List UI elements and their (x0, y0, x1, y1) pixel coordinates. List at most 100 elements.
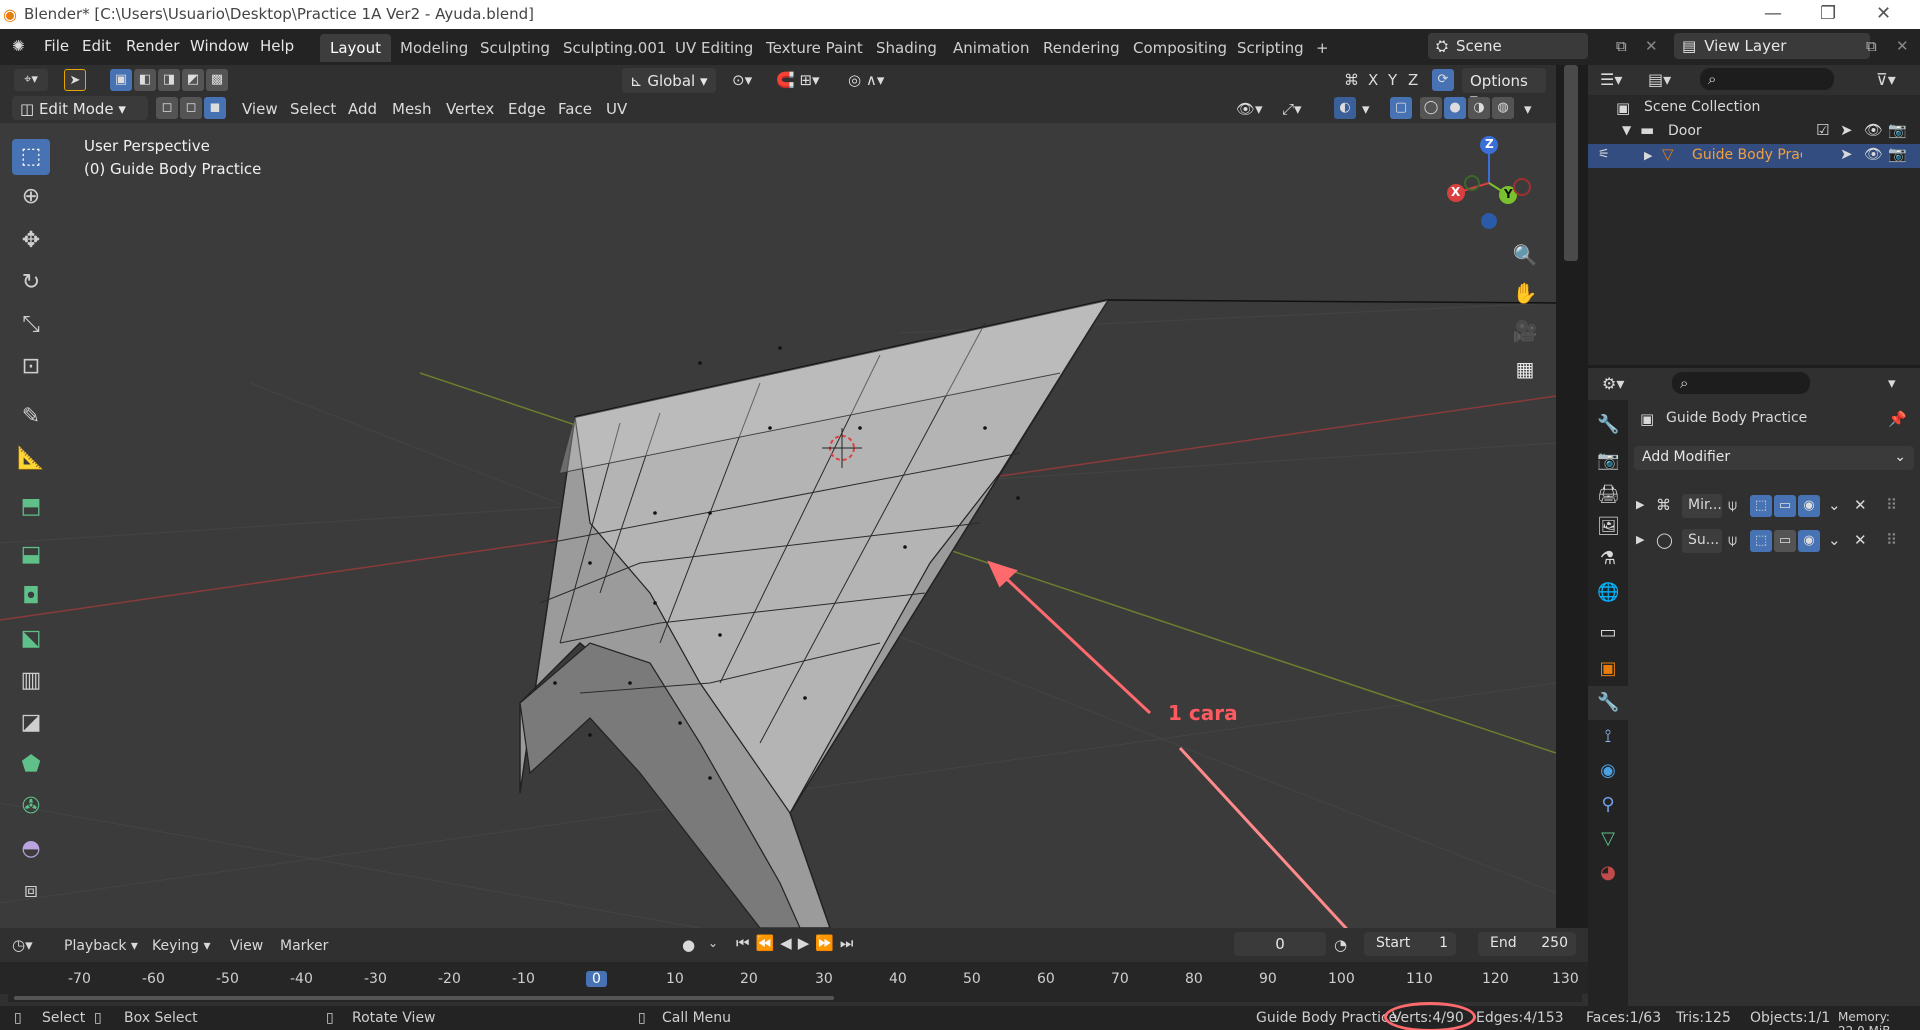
ortho-grid-icon[interactable]: ▦ (1510, 357, 1540, 387)
render-camera-icon[interactable]: 📷 (1888, 121, 1907, 139)
menu-edge[interactable]: Edge (502, 97, 552, 121)
annotate-tool-icon[interactable]: ✎ (12, 399, 50, 435)
knife-tool-icon[interactable]: ◪ (12, 705, 50, 741)
properties-editor-icon[interactable]: ⚙▾ (1602, 374, 1624, 393)
face-select-icon[interactable]: ◼ (204, 97, 226, 119)
world-tab-icon[interactable]: 🌐 (1597, 582, 1619, 603)
preview-range-icon[interactable]: ◔ (1334, 936, 1347, 954)
remove-modifier-icon[interactable]: ✕ (1854, 531, 1867, 549)
transform-orientation-dropdown[interactable]: ⊾ Global ▾ (622, 68, 716, 93)
viewport-canvas[interactable] (0, 123, 1556, 928)
poly-build-tool-icon[interactable]: ⬟ (12, 747, 50, 783)
cursor-tool-icon[interactable]: ⊕ (12, 179, 50, 215)
selectable-arrow-icon[interactable]: ➤ (1840, 121, 1853, 139)
start-frame-field[interactable]: Start 1 (1364, 932, 1456, 956)
drag-handle-icon[interactable]: ⠿ (1886, 496, 1897, 514)
overlays-dropdown[interactable]: ▾ (1356, 97, 1376, 121)
outliner-search-input[interactable]: ⌕ (1700, 68, 1834, 90)
zoom-icon[interactable]: 🔍 (1510, 243, 1540, 273)
axis-y-toggle[interactable]: Y (1382, 68, 1403, 92)
select-extend-icon[interactable]: ◧ (134, 69, 156, 91)
timeline-editor-icon[interactable]: ◷▾ (12, 936, 33, 954)
gizmo-icon[interactable]: ⤢▾ (1276, 97, 1308, 121)
auto-merge-icon[interactable]: ⟳ (1432, 69, 1454, 91)
outliner-scene-collection[interactable]: Scene Collection (1644, 99, 1760, 115)
tab-layout[interactable]: Layout (320, 34, 391, 62)
tab-shading[interactable]: Shading (866, 34, 947, 62)
modifier-name-field[interactable]: Su... (1682, 529, 1722, 553)
select-tool-icon[interactable]: ➤ (64, 69, 86, 91)
menu-mesh[interactable]: Mesh (386, 97, 438, 121)
spin-tool-icon[interactable]: ✇ (12, 789, 50, 825)
bevel-tool-icon[interactable]: ⬕ (12, 621, 50, 657)
material-shading-icon[interactable]: ◑ (1468, 97, 1490, 119)
view-layer-selector[interactable]: ▤ View Layer (1674, 33, 1870, 59)
material-tab-icon[interactable]: ◕ (1597, 862, 1619, 883)
tab-sculpting-001[interactable]: Sculpting.001 (553, 34, 676, 62)
shading-dropdown[interactable]: ▾ (1518, 97, 1538, 121)
end-frame-field[interactable]: End 250 (1478, 932, 1576, 956)
menu-timeline-view[interactable]: View (230, 938, 263, 954)
menu-marker[interactable]: Marker (280, 938, 328, 954)
expand-modifier-icon[interactable]: ▶ (1636, 533, 1644, 546)
mesh-data-tab-icon[interactable]: ▽ (1597, 828, 1619, 849)
move-tool-icon[interactable]: ✥ (12, 223, 50, 259)
tab-modeling[interactable]: Modeling (390, 34, 478, 62)
timeline-scrollbar[interactable] (8, 994, 1582, 1002)
edit-cage-icon[interactable]: ⍦ (1728, 531, 1737, 549)
wireframe-shading-icon[interactable]: ◯ (1420, 97, 1442, 119)
mirror-options-icon[interactable]: ⌘ (1338, 68, 1365, 92)
object-eye-icon[interactable]: 👁 (1864, 145, 1883, 163)
select-box-tool-icon[interactable]: ⬚ (12, 139, 50, 175)
collection-tab-icon[interactable]: ▭ (1597, 622, 1619, 643)
menu-window[interactable]: Window (190, 37, 249, 55)
menu-vertex[interactable]: Vertex (440, 97, 500, 121)
properties-search-input[interactable]: ⌕ (1672, 372, 1810, 394)
minimize-button[interactable]: — (1764, 3, 1782, 24)
object-tab-icon[interactable]: ▣ (1597, 658, 1619, 679)
new-view-layer-icon[interactable]: ⧉ (1866, 37, 1877, 55)
axis-x-toggle[interactable]: X (1362, 68, 1384, 92)
properties-options-icon[interactable]: ▾ (1888, 374, 1896, 392)
output-tab-icon[interactable]: 🖨 (1597, 484, 1620, 505)
xray-icon[interactable]: ▢ (1390, 97, 1412, 119)
select-subtract-icon[interactable]: ◨ (158, 69, 180, 91)
pin-icon[interactable]: 📌 (1888, 410, 1907, 428)
extrude-tool-icon[interactable]: ⬓ (12, 537, 50, 573)
menu-select[interactable]: Select (284, 97, 342, 121)
mesh-guide-body[interactable] (519, 298, 1556, 928)
modifier-menu-icon[interactable]: ⌄ (1828, 531, 1841, 549)
add-modifier-dropdown[interactable]: Add Modifier ⌄ (1634, 446, 1914, 470)
menu-playback[interactable]: Playback ▾ (64, 938, 138, 954)
remove-view-layer-icon[interactable]: ✕ (1896, 37, 1909, 55)
tab-rendering[interactable]: Rendering (1033, 34, 1130, 62)
current-frame-field[interactable]: 0 (1234, 932, 1326, 956)
rendered-shading-icon[interactable]: ◍ (1492, 97, 1514, 119)
menu-uv[interactable]: UV (600, 97, 633, 121)
camera-view-icon[interactable]: 🎥 (1510, 319, 1540, 349)
realtime-toggle-icon[interactable]: ▭ (1774, 495, 1796, 517)
add-cube-tool-icon[interactable]: ⬒ (12, 489, 50, 525)
snap-icon[interactable]: 🧲 ⊞▾ (770, 68, 826, 92)
menu-add[interactable]: Add (342, 97, 383, 121)
modifier-name-field[interactable]: Mir... (1682, 494, 1722, 518)
blender-menu-icon[interactable]: ✺ (12, 37, 25, 55)
pan-hand-icon[interactable]: ✋ (1510, 281, 1540, 311)
expand-modifier-icon[interactable]: ▶ (1636, 498, 1644, 511)
tool-tab-icon[interactable]: 🔧 (1597, 414, 1619, 435)
expand-object-icon[interactable]: ▶ (1644, 149, 1652, 162)
object-render-icon[interactable]: 📷 (1888, 145, 1907, 163)
vertex-select-icon[interactable]: ◻ (156, 97, 178, 119)
render-tab-icon[interactable]: 📷 (1597, 450, 1619, 471)
record-options-icon[interactable]: ⌄ (708, 936, 718, 950)
tab-texture-paint[interactable]: Texture Paint (756, 34, 873, 62)
inset-tool-icon[interactable]: ◘ (12, 579, 50, 615)
menu-edit[interactable]: Edit (82, 37, 111, 55)
particles-tab-icon[interactable]: ⟟ (1597, 726, 1619, 747)
remove-modifier-icon[interactable]: ✕ (1854, 496, 1867, 514)
constraints-tab-icon[interactable]: ⚲ (1597, 794, 1619, 815)
measure-tool-icon[interactable]: 📐 (12, 441, 50, 477)
current-frame-indicator[interactable]: 0 (586, 971, 607, 987)
loop-cut-tool-icon[interactable]: ▥ (12, 663, 50, 699)
scene-tab-icon[interactable]: ⚗ (1597, 548, 1619, 569)
